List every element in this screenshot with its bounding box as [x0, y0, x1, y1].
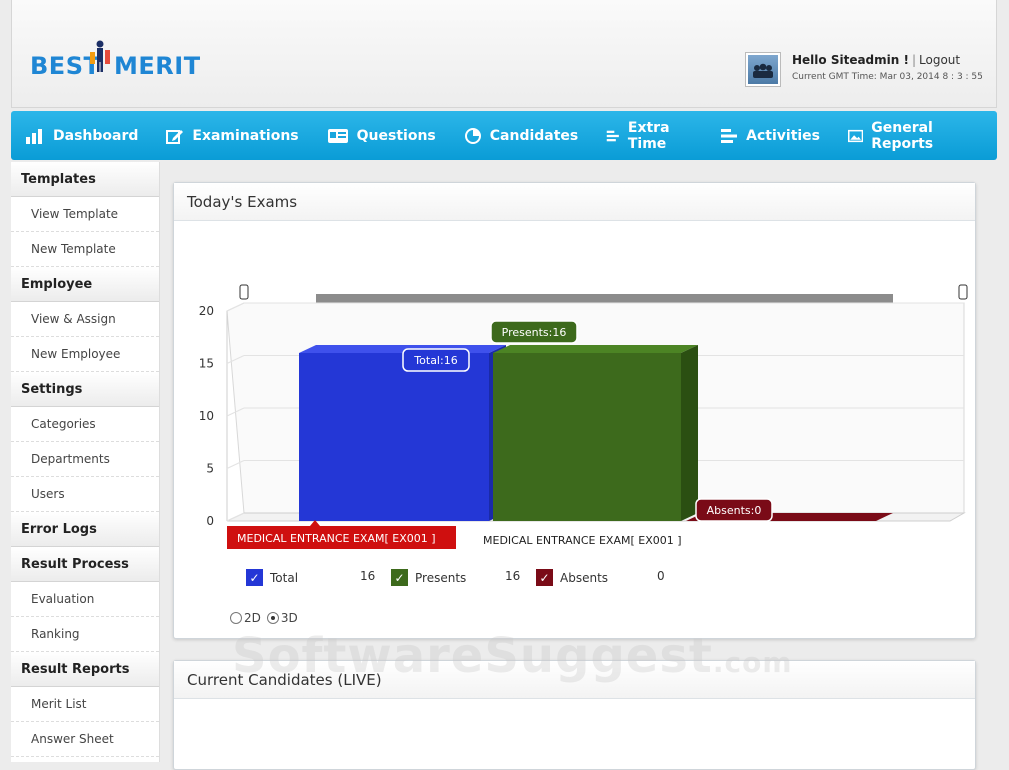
checkbox-checked-icon[interactable]: ✓ [536, 569, 553, 586]
image-icon [848, 129, 864, 142]
panel-title: Today's Exams [174, 183, 975, 221]
legend-label: Absents [560, 570, 609, 585]
bar-top-total [299, 345, 506, 353]
main-nav: Dashboard Examinations Questions Candida… [11, 111, 997, 160]
checkbox-checked-icon[interactable]: ✓ [246, 569, 263, 586]
legend-value: 0 [657, 569, 665, 583]
y-tick-label: 10 [199, 409, 214, 423]
sidebar-item-categories[interactable]: Categories [11, 407, 159, 442]
nav-activities[interactable]: Activities [720, 111, 820, 160]
nav-label: Activities [746, 127, 821, 144]
checkbox-checked-icon[interactable]: ✓ [391, 569, 408, 586]
bar-chart-icon [26, 128, 42, 144]
sidebar-heading-error-logs[interactable]: Error Logs [11, 512, 159, 547]
radio-3d[interactable] [266, 612, 279, 624]
greeting-text: Hello Siteadmin ! [792, 53, 909, 67]
sidebar: Templates View Template New Template Emp… [11, 162, 160, 762]
nav-label: Examinations [192, 127, 299, 144]
logo-text-merit: MERIT [114, 52, 201, 80]
nav-label: Dashboard [53, 127, 139, 144]
sidebar-item-ranking[interactable]: Ranking [11, 617, 159, 652]
users-group-icon [753, 63, 773, 78]
tooltip-text: Presents:16 [502, 326, 567, 339]
bar-side-presents [681, 345, 698, 521]
sidebar-item-view-template[interactable]: View Template [11, 197, 159, 232]
sidebar-item-evaluation[interactable]: Evaluation [11, 582, 159, 617]
nav-examinations[interactable]: Examinations [166, 111, 299, 160]
sidebar-heading-settings[interactable]: Settings [11, 372, 159, 407]
pie-icon [464, 127, 481, 144]
sidebar-heading-employee[interactable]: Employee [11, 267, 159, 302]
nav-label: Candidates [489, 127, 579, 144]
sidebar-heading-templates[interactable]: Templates [11, 162, 159, 197]
nav-candidates[interactable]: Candidates [464, 111, 579, 160]
sidebar-heading-result-process[interactable]: Result Process [11, 547, 159, 582]
legend-item-absents[interactable]: ✓ Absents [536, 569, 608, 586]
y-tick-label: 5 [206, 462, 214, 476]
nav-general-reports[interactable]: General Reports [848, 111, 969, 160]
legend-label: Presents [415, 570, 467, 585]
navigator-handle-left [239, 284, 249, 300]
sidebar-item-merit-list[interactable]: Merit List [11, 687, 159, 722]
sidebar-item-new-employee[interactable]: New Employee [11, 337, 159, 372]
x-tick-label: MEDICAL ENTRANCE EXAM[ EX001 ] [483, 534, 682, 547]
header: BEST MERIT Hello Siteadmin ! | Logout Curr… [11, 0, 997, 108]
gmt-time: Current GMT Time: Mar 03, 2014 8 : 3 : 5… [792, 72, 983, 82]
radio-2d-label: 2D [244, 611, 261, 625]
list-icon [607, 130, 620, 141]
nav-dashboard[interactable]: Dashboard [25, 111, 138, 160]
legend-value: 16 [505, 569, 521, 583]
logout-link[interactable]: Logout [919, 53, 960, 67]
user-avatar [746, 53, 780, 86]
navigator-handle-right [958, 284, 968, 300]
list-icon [721, 128, 738, 143]
legend-item-total[interactable]: ✓ Total [246, 569, 298, 586]
bar-top-presents [493, 345, 698, 353]
y-tick-label: 20 [199, 304, 214, 318]
bar-total [299, 353, 489, 521]
tooltip-text: Absents:0 [707, 504, 762, 517]
nav-label: Extra Time [627, 119, 670, 152]
view-mode-toggle: 2D 3D [230, 611, 298, 625]
radio-2d[interactable] [230, 612, 242, 624]
legend-item-presents[interactable]: ✓ Presents [391, 569, 466, 586]
legend-label: Total [270, 570, 299, 585]
legend-value: 16 [360, 569, 376, 583]
y-tick-label: 15 [199, 357, 214, 371]
x-tick-label-active: MEDICAL ENTRANCE EXAM[ EX001 ] [237, 532, 436, 545]
y-tick-label: 0 [206, 514, 214, 528]
nav-label: General Reports [871, 119, 934, 152]
id-card-icon [327, 128, 348, 143]
panel-title: Current Candidates (LIVE) [174, 661, 975, 699]
sidebar-item-answer-sheet[interactable]: Answer Sheet [11, 722, 159, 757]
sidebar-item-view-assign[interactable]: View & Assign [11, 302, 159, 337]
nav-label: Questions [356, 127, 436, 144]
current-candidates-panel: Current Candidates (LIVE) [173, 660, 976, 770]
exam-bar-chart: 0 5 10 15 20 Total:16 Presents:16 Absents:0 MEDI… [199, 284, 968, 549]
tooltip-text: Total:16 [413, 354, 457, 367]
radio-3d-label: 3D [280, 611, 298, 625]
nav-extra-time[interactable]: Extra Time [606, 111, 692, 160]
logo-figures-icon [90, 40, 110, 72]
edit-icon [166, 129, 184, 144]
nav-questions[interactable]: Questions [327, 111, 436, 160]
sidebar-item-users[interactable]: Users [11, 477, 159, 512]
sidebar-item-new-template[interactable]: New Template [11, 232, 159, 267]
user-greeting: Hello Siteadmin ! | Logout [792, 53, 961, 67]
todays-exams-panel: Today's Exams 0 5 10 15 20 Total:16 Presents:1… [173, 182, 976, 639]
sidebar-item-departments[interactable]: Departments [11, 442, 159, 477]
logo[interactable]: BEST MERIT [30, 32, 210, 82]
sidebar-heading-result-reports[interactable]: Result Reports [11, 652, 159, 687]
bar-presents [493, 353, 681, 521]
